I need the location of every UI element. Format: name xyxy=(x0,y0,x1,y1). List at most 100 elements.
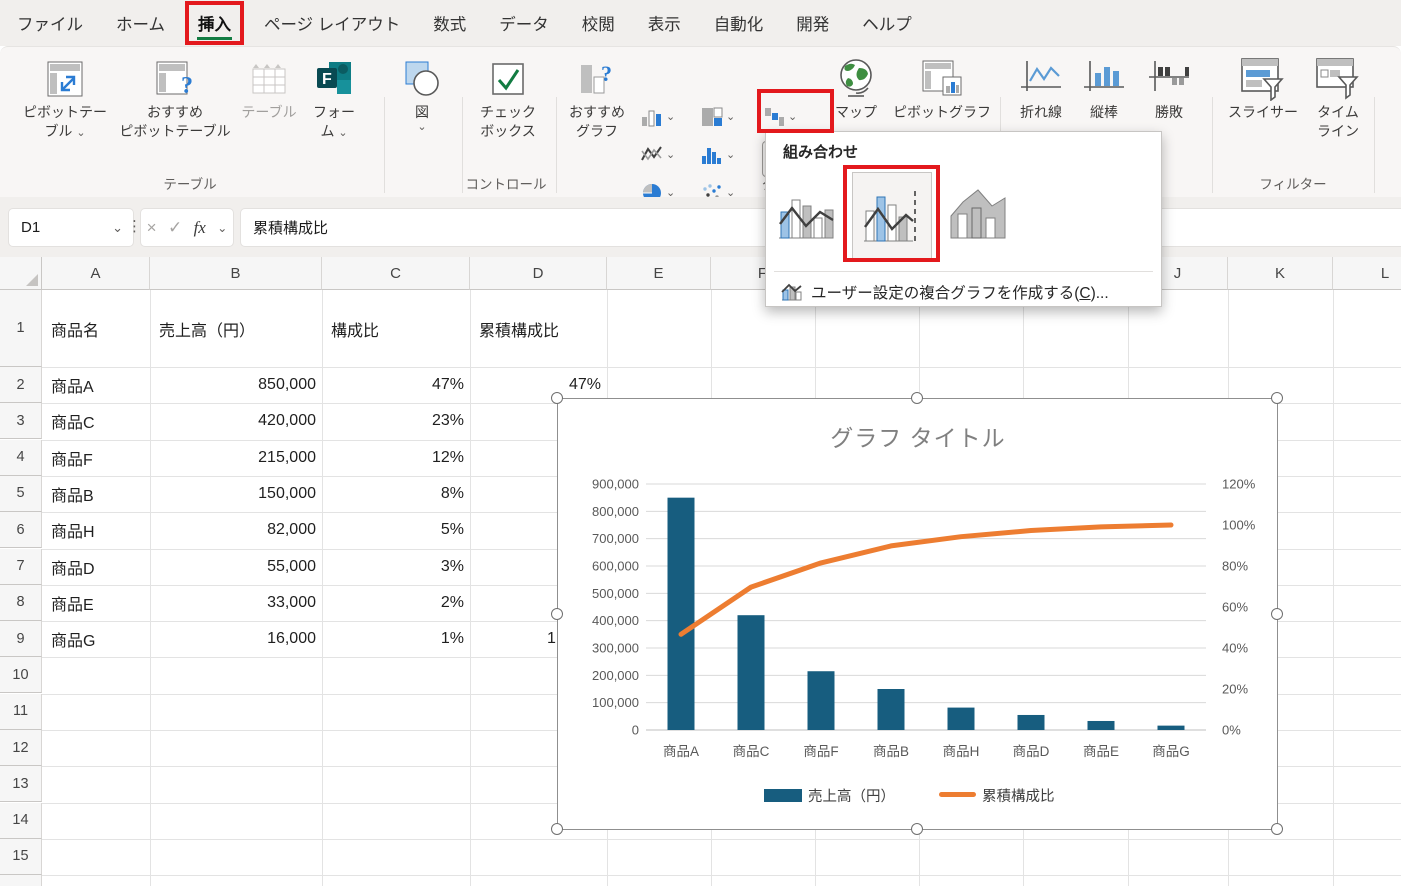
row-header-12[interactable]: 12 xyxy=(0,730,42,766)
row-header-2[interactable]: 2 xyxy=(0,367,42,403)
cell-sales[interactable]: 150,000 xyxy=(150,476,316,512)
embedded-combo-chart[interactable]: グラフ タイトル0100,000200,000300,000400,000500… xyxy=(557,398,1278,830)
insert-hierarchy-chart-button[interactable]: ⌄ xyxy=(700,105,735,129)
cell-ratio[interactable]: 8% xyxy=(322,476,464,512)
enter-icon[interactable]: ✓ xyxy=(168,218,182,238)
cell-name-商品D[interactable]: 商品D xyxy=(51,549,147,585)
bar-商品A xyxy=(668,498,695,730)
row-header-9[interactable]: 9 xyxy=(0,621,42,657)
annotation-box-insert-tab xyxy=(185,1,244,45)
row-header-14[interactable]: 14 xyxy=(0,803,42,839)
ribbon-tab-表示[interactable]: 表示 xyxy=(645,8,684,38)
column-header-K[interactable]: K xyxy=(1228,257,1333,290)
cell-name-商品C[interactable]: 商品C xyxy=(51,403,147,439)
pivot-table-button[interactable]: ピボットテー ブル ⌄ xyxy=(18,55,112,189)
cell-sales[interactable]: 33,000 xyxy=(150,585,316,621)
insert-statistic-chart-button[interactable]: ⌄ xyxy=(700,143,735,167)
chart-selection-handle[interactable] xyxy=(1271,823,1283,835)
row-header-6[interactable]: 6 xyxy=(0,512,42,548)
ribbon-tab-データ[interactable]: データ xyxy=(496,8,552,38)
cell-name-商品B[interactable]: 商品B xyxy=(51,476,147,512)
forms-button[interactable]: F フォー ム ⌄ xyxy=(302,55,366,189)
cell-ratio[interactable]: 3% xyxy=(322,549,464,585)
chart-selection-handle[interactable] xyxy=(1271,392,1283,404)
svg-text:F: F xyxy=(322,71,332,88)
cell-sales[interactable]: 420,000 xyxy=(150,403,316,439)
slicer-button[interactable]: スライサー xyxy=(1220,55,1306,189)
chart-selection-handle[interactable] xyxy=(551,392,563,404)
illustrations-icon xyxy=(402,55,442,103)
ribbon-tab-開発[interactable]: 開発 xyxy=(793,8,832,38)
row-header-1[interactable]: 1 xyxy=(0,290,42,367)
cell-header-売上高（円）[interactable]: 売上高（円） xyxy=(159,290,313,367)
ribbon-tab-ヘルプ[interactable]: ヘルプ xyxy=(859,8,915,38)
cell-ratio[interactable]: 2% xyxy=(322,585,464,621)
cell-ratio[interactable]: 1% xyxy=(322,621,464,657)
column-header-D[interactable]: D xyxy=(470,257,607,290)
column-header-L[interactable]: L xyxy=(1333,257,1401,290)
cell-ratio[interactable]: 5% xyxy=(322,512,464,548)
row-header-15[interactable]: 15 xyxy=(0,839,42,875)
chart-selection-handle[interactable] xyxy=(1271,608,1283,620)
ribbon-tab-数式[interactable]: 数式 xyxy=(430,8,469,38)
row-header-11[interactable]: 11 xyxy=(0,694,42,730)
chart-selection-handle[interactable] xyxy=(911,392,923,404)
cell-sales[interactable]: 55,000 xyxy=(150,549,316,585)
legend-label-sales: 売上高（円） xyxy=(808,788,895,805)
cell-name-商品E[interactable]: 商品E xyxy=(51,585,147,621)
name-box[interactable]: D1 ⌄ xyxy=(8,208,134,247)
create-custom-combo-chart-item[interactable]: ユーザー設定の複合グラフを作成する(C)... xyxy=(766,277,1161,306)
cell-sales[interactable]: 82,000 xyxy=(150,512,316,548)
row-header-5[interactable]: 5 xyxy=(0,476,42,512)
cell-ratio[interactable]: 23% xyxy=(322,403,464,439)
insert-line-chart-button[interactable]: ⌄ xyxy=(640,143,675,167)
cell-ratio[interactable]: 47% xyxy=(322,367,464,403)
cell-name-商品F[interactable]: 商品F xyxy=(51,440,147,476)
cell-sales[interactable]: 215,000 xyxy=(150,440,316,476)
illustrations-button[interactable]: 図 ⌄ xyxy=(394,55,450,189)
ribbon-tab-挿入[interactable]: 挿入 xyxy=(195,8,234,38)
insert-column-chart-button[interactable]: ⌄ xyxy=(640,105,675,129)
chart-selection-handle[interactable] xyxy=(911,823,923,835)
cell-name-商品A[interactable]: 商品A xyxy=(51,367,147,403)
insert-function-icon[interactable]: fx xyxy=(194,218,206,238)
cell-name-商品H[interactable]: 商品H xyxy=(51,512,147,548)
column-header-C[interactable]: C xyxy=(322,257,470,290)
column-header-A[interactable]: A xyxy=(42,257,150,290)
recommended-charts-button[interactable]: ? おすすめ グラフ xyxy=(564,55,630,189)
chart-selection-handle[interactable] xyxy=(551,823,563,835)
left-axis-tick: 0 xyxy=(632,723,639,738)
cell-header-商品名[interactable]: 商品名 xyxy=(51,290,141,367)
combo-option-clustered-column-line[interactable] xyxy=(774,176,838,252)
cell-header-累積構成比[interactable]: 累積構成比 xyxy=(479,290,598,367)
cell-header-構成比[interactable]: 構成比 xyxy=(331,290,461,367)
row-header-10[interactable]: 10 xyxy=(0,657,42,693)
cell-ratio[interactable]: 12% xyxy=(322,440,464,476)
chart-selection-handle[interactable] xyxy=(551,608,563,620)
cancel-icon[interactable]: × xyxy=(147,218,157,238)
timeline-button[interactable]: タイム ライン xyxy=(1310,55,1366,189)
row-header-8[interactable]: 8 xyxy=(0,585,42,621)
table-button[interactable]: テーブル xyxy=(240,55,298,189)
cell-sales[interactable]: 16,000 xyxy=(150,621,316,657)
ribbon-tab-ホーム[interactable]: ホーム xyxy=(113,8,168,38)
row-header-3[interactable]: 3 xyxy=(0,403,42,439)
row-header-4[interactable]: 4 xyxy=(0,440,42,476)
cell-sales[interactable]: 850,000 xyxy=(150,367,316,403)
ribbon-tab-自動化[interactable]: 自動化 xyxy=(711,8,767,38)
row-header-16[interactable]: 16 xyxy=(0,875,42,886)
ribbon-tab-校閲[interactable]: 校閲 xyxy=(579,8,618,38)
column-header-E[interactable]: E xyxy=(607,257,711,290)
row-header-13[interactable]: 13 xyxy=(0,766,42,802)
annotation-box-combo-button xyxy=(757,89,834,133)
ribbon-tab-ファイル[interactable]: ファイル xyxy=(14,8,86,38)
cell-name-商品G[interactable]: 商品G xyxy=(51,621,147,657)
checkbox-button[interactable]: チェック ボックス xyxy=(470,55,546,189)
select-all-corner[interactable] xyxy=(0,257,42,290)
combo-option-stacked-area-clustered-column[interactable] xyxy=(946,176,1010,252)
row-header-7[interactable]: 7 xyxy=(0,549,42,585)
ribbon-tab-ページ レイアウト[interactable]: ページ レイアウト xyxy=(261,8,403,38)
recommended-pivot-button[interactable]: ? おすすめ ピボットテーブル xyxy=(114,55,236,189)
column-header-B[interactable]: B xyxy=(150,257,322,290)
category-label: 商品B xyxy=(873,744,909,759)
